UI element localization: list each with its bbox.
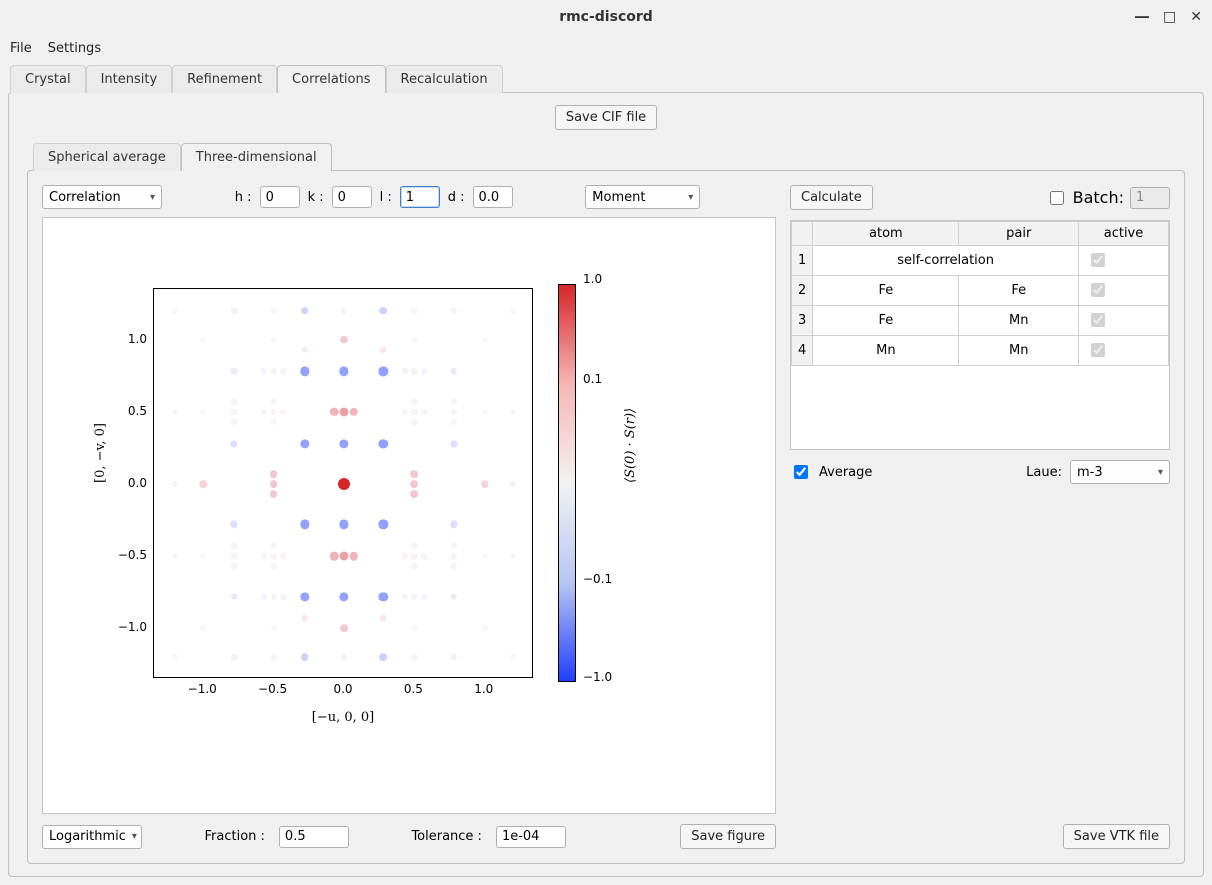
chevron-down-icon: ▾ (150, 192, 155, 203)
tab-intensity[interactable]: Intensity (86, 65, 173, 93)
y-axis-ticks: −1.0−0.50.00.51.0 (108, 278, 153, 688)
table-row[interactable]: 4MnMn (792, 336, 1169, 366)
batch-label: Batch: (1073, 188, 1124, 207)
close-icon[interactable]: ✕ (1190, 9, 1202, 25)
laue-combo[interactable]: m-3 ▾ (1070, 460, 1170, 484)
active-checkbox[interactable] (1091, 253, 1105, 267)
batch-checkbox[interactable] (1050, 191, 1064, 205)
fraction-input[interactable] (279, 826, 349, 848)
menu-settings[interactable]: Settings (48, 41, 101, 56)
scale-combo-label: Logarithmic (49, 829, 126, 844)
scale-combo[interactable]: Logarithmic ▾ (42, 825, 142, 849)
l-label: l : (380, 190, 392, 205)
d-label: d : (448, 190, 465, 205)
moment-combo[interactable]: Moment ▾ (585, 185, 700, 209)
k-input[interactable] (332, 186, 372, 208)
window: rmc-discord ― □ ✕ File Settings Crystal … (0, 0, 1212, 885)
col-atom: atom (813, 222, 959, 246)
laue-label: Laue: (1026, 465, 1062, 480)
batch-input (1130, 187, 1170, 209)
save-figure-button[interactable]: Save figure (680, 824, 776, 849)
correlation-combo-label: Correlation (49, 190, 121, 205)
maximize-icon[interactable]: □ (1163, 9, 1176, 25)
fraction-label: Fraction : (205, 829, 265, 844)
col-active: active (1079, 222, 1169, 246)
minimize-icon[interactable]: ― (1135, 9, 1149, 25)
chevron-down-icon: ▾ (1158, 467, 1163, 478)
correlations-panel: Save CIF file Spherical average Three-di… (8, 92, 1204, 877)
colorbar-ticks: 1.00.1−0.1−1.0 (583, 278, 633, 688)
h-label: h : (235, 190, 252, 205)
active-checkbox[interactable] (1091, 343, 1105, 357)
menu-file[interactable]: File (10, 41, 32, 56)
titlebar: rmc-discord ― □ ✕ (0, 0, 1212, 34)
colorbar-label: ⟨S(0) · S(r)⟩ (623, 408, 638, 483)
tolerance-input[interactable] (496, 826, 566, 848)
x-axis-label: [−u, 0, 0] (312, 710, 374, 725)
tab-correlations[interactable]: Correlations (277, 65, 385, 93)
pair-table: atom pair active 1self-correlation2FeFe3… (790, 220, 1170, 450)
average-checkbox[interactable] (794, 465, 808, 479)
chart-axes (153, 288, 533, 678)
subtab-spherical[interactable]: Spherical average (33, 143, 181, 171)
col-pair: pair (959, 222, 1079, 246)
subtab-3d[interactable]: Three-dimensional (181, 143, 332, 171)
chevron-down-icon: ▾ (132, 831, 137, 842)
save-cif-button[interactable]: Save CIF file (555, 105, 657, 130)
tab-crystal[interactable]: Crystal (10, 65, 86, 93)
chevron-down-icon: ▾ (688, 192, 693, 203)
active-checkbox[interactable] (1091, 313, 1105, 327)
left-column: Correlation ▾ h : k : l : d : Moment (42, 185, 776, 849)
table-row[interactable]: 3FeMn (792, 306, 1169, 336)
k-label: k : (308, 190, 324, 205)
save-vtk-button[interactable]: Save VTK file (1063, 824, 1170, 849)
table-row[interactable]: 1self-correlation (792, 246, 1169, 276)
tolerance-label: Tolerance : (411, 829, 482, 844)
laue-combo-label: m-3 (1077, 465, 1103, 480)
tab-refinement[interactable]: Refinement (172, 65, 277, 93)
window-controls: ― □ ✕ (1135, 0, 1202, 34)
tab-recalculation[interactable]: Recalculation (386, 65, 503, 93)
main-tabs: Crystal Intensity Refinement Correlation… (0, 62, 1212, 92)
moment-combo-label: Moment (592, 190, 645, 205)
sub-tabs: Spherical average Three-dimensional (27, 142, 1185, 170)
three-d-frame: Correlation ▾ h : k : l : d : Moment (27, 170, 1185, 864)
plot-area: 1.00.1−0.1−1.0 ⟨S(0) · S(r)⟩ −1.0−0.50.0… (42, 217, 776, 814)
table-row[interactable]: 2FeFe (792, 276, 1169, 306)
correlation-combo[interactable]: Correlation ▾ (42, 185, 162, 209)
active-checkbox[interactable] (1091, 283, 1105, 297)
colorbar (558, 284, 576, 682)
calculate-button[interactable]: Calculate (790, 185, 873, 210)
average-label: Average (819, 465, 872, 480)
right-column: Calculate Batch: atom pair active (790, 185, 1170, 849)
menubar: File Settings (0, 34, 1212, 62)
l-input[interactable] (400, 186, 440, 208)
window-title: rmc-discord (559, 9, 653, 25)
y-axis-label: [0, −v, 0] (93, 423, 108, 483)
x-axis-ticks: −1.0−0.50.00.51.0 (153, 682, 533, 702)
h-input[interactable] (260, 186, 300, 208)
d-input[interactable] (473, 186, 513, 208)
